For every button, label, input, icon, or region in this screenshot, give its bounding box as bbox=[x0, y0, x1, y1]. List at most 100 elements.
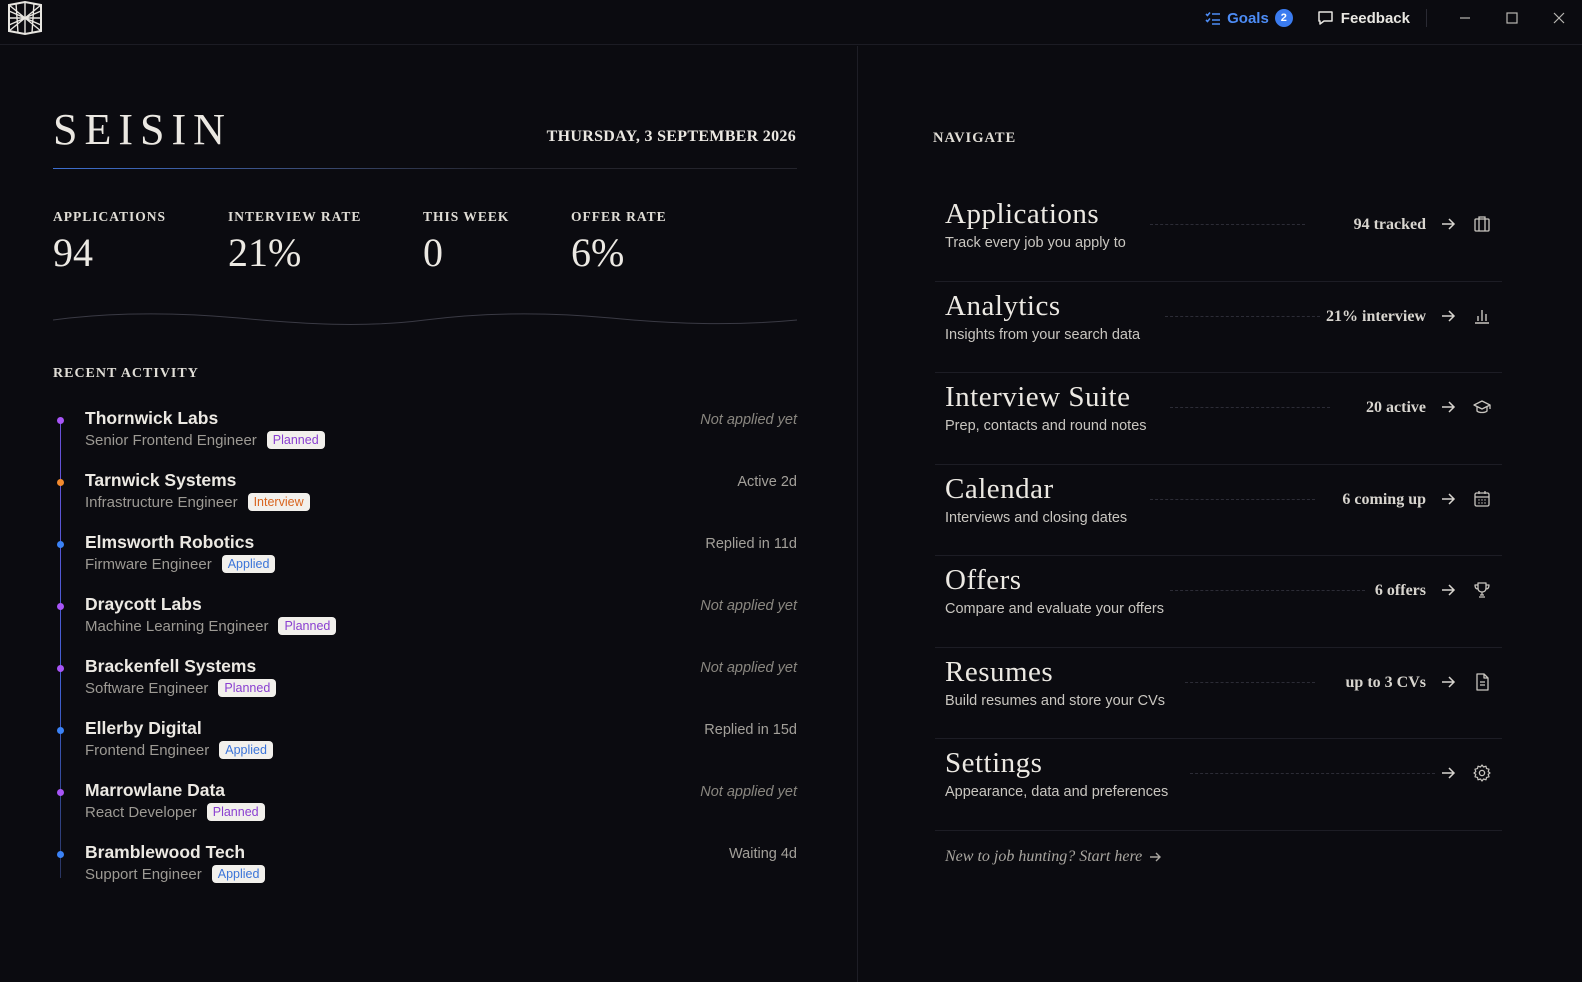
activity-item[interactable]: Elmsworth Robotics Firmware Engineer Appli… bbox=[53, 532, 797, 594]
status-dot bbox=[57, 665, 64, 672]
status-dot bbox=[57, 789, 64, 796]
nav-item-settings[interactable]: Settings Appearance, data and preferences bbox=[935, 739, 1502, 831]
nav-item-title: Settings bbox=[945, 747, 1043, 779]
brand-title: SEISIN bbox=[53, 105, 232, 154]
nav-item-applications[interactable]: Applications Track every job you apply to… bbox=[935, 190, 1502, 282]
role-row: React Developer Planned bbox=[85, 803, 265, 821]
activity-item[interactable]: Tarnwick Systems Infrastructure Engineer I… bbox=[53, 470, 797, 532]
activity-item[interactable]: Draycott Labs Machine Learning Engineer Pl… bbox=[53, 594, 797, 656]
activity-item[interactable]: Brackenfell Systems Software Engineer Plan… bbox=[53, 656, 797, 718]
start-here-link[interactable]: New to job hunting? Start here bbox=[945, 848, 1162, 866]
navigate-panel: NAVIGATE Applications Track every job you… bbox=[859, 46, 1582, 982]
status-dot bbox=[57, 417, 64, 424]
start-here-label: New to job hunting? Start here bbox=[945, 848, 1143, 865]
arrow-right-icon bbox=[1442, 584, 1456, 596]
graduation-cap-icon bbox=[1473, 400, 1491, 414]
goals-label: Goals bbox=[1227, 9, 1269, 27]
nav-item-interview-suite[interactable]: Interview Suite Prep, contacts and round … bbox=[935, 373, 1502, 465]
maximize-button[interactable] bbox=[1488, 0, 1535, 36]
nav-item-description: Interviews and closing dates bbox=[945, 509, 1128, 526]
job-role: Infrastructure Engineer bbox=[85, 493, 238, 511]
nav-item-analytics[interactable]: Analytics Insights from your search data 2… bbox=[935, 282, 1502, 373]
status-badge: Planned bbox=[218, 679, 277, 697]
arrow-right-icon bbox=[1442, 218, 1456, 230]
nav-item-description: Appearance, data and preferences bbox=[945, 784, 1169, 800]
dotted-leader bbox=[1150, 224, 1305, 225]
activity-item[interactable]: Bramblewood Tech Support Engineer Applied W… bbox=[53, 842, 797, 904]
nav-item-description: Compare and evaluate your offers bbox=[945, 601, 1164, 617]
recent-activity-title: RECENT ACTIVITY bbox=[53, 366, 199, 381]
role-row: Software Engineer Planned bbox=[85, 679, 277, 697]
activity-status: Replied in 11d bbox=[705, 536, 797, 552]
activity-status: Active 2d bbox=[737, 474, 797, 490]
stats-row: APPLICATIONS 94 INTERVIEW RATE 21% THIS … bbox=[53, 209, 721, 276]
status-dot bbox=[57, 541, 64, 548]
goals-button[interactable]: Goals 2 bbox=[1205, 9, 1293, 27]
message-icon bbox=[1318, 11, 1333, 25]
nav-item-resumes[interactable]: Resumes Build resumes and store your CVs u… bbox=[935, 648, 1502, 739]
job-role: Support Engineer bbox=[85, 865, 202, 883]
nav-item-offers[interactable]: Offers Compare and evaluate your offers 6 … bbox=[935, 556, 1502, 648]
maximize-icon bbox=[1505, 12, 1518, 24]
nav-item-description: Track every job you apply to bbox=[945, 235, 1126, 251]
trophy-icon bbox=[1474, 582, 1490, 598]
company-name: Tarnwick Systems bbox=[85, 470, 237, 490]
dotted-leader bbox=[1165, 315, 1320, 317]
close-button[interactable] bbox=[1535, 0, 1582, 36]
job-role: Machine Learning Engineer bbox=[85, 617, 269, 635]
activity-item[interactable]: Marrowlane Data React Developer Planned Not… bbox=[53, 780, 797, 842]
nav-item-title: Interview Suite bbox=[945, 381, 1131, 413]
activity-item[interactable]: Thornwick Labs Senior Frontend Engineer Pl… bbox=[53, 408, 797, 470]
role-row: Firmware Engineer Applied bbox=[85, 555, 276, 573]
role-row: Infrastructure Engineer Interview bbox=[85, 493, 310, 511]
status-badge: Applied bbox=[211, 865, 266, 883]
title-bar: Goals 2 Feedback bbox=[0, 0, 1582, 45]
status-dot bbox=[57, 727, 64, 734]
document-icon bbox=[1476, 672, 1489, 691]
nav-item-meta: up to 3 CVs bbox=[1345, 673, 1426, 691]
status-badge: Applied bbox=[221, 555, 276, 573]
minimize-button[interactable] bbox=[1441, 0, 1488, 36]
dashboard-panel: SEISIN THURSDAY, 3 SEPTEMBER 2026 APPLIC… bbox=[0, 46, 858, 982]
feedback-button[interactable]: Feedback bbox=[1317, 10, 1410, 27]
activity-status: Replied in 15d bbox=[704, 722, 797, 738]
nav-item-description: Prep, contacts and round notes bbox=[945, 418, 1147, 434]
status-dot bbox=[57, 479, 64, 486]
company-name: Bramblewood Tech bbox=[85, 842, 246, 862]
dotted-leader bbox=[1150, 498, 1315, 500]
activity-status: Not applied yet bbox=[700, 598, 797, 614]
status-dot bbox=[57, 851, 64, 858]
company-name: Brackenfell Systems bbox=[85, 656, 257, 676]
nav-item-meta: 21% interview bbox=[1326, 307, 1426, 325]
company-name: Marrowlane Data bbox=[85, 780, 226, 800]
activity-status: Not applied yet bbox=[700, 784, 797, 800]
current-date: THURSDAY, 3 SEPTEMBER 2026 bbox=[546, 128, 796, 145]
arrow-right-icon bbox=[1442, 401, 1456, 413]
nav-item-title: Resumes bbox=[945, 655, 1054, 688]
activity-status: Not applied yet bbox=[700, 412, 797, 428]
dotted-leader bbox=[1185, 681, 1315, 683]
activity-status: Not applied yet bbox=[700, 660, 797, 676]
stat-value: 21% bbox=[228, 230, 302, 275]
nav-item-title: Analytics bbox=[945, 289, 1061, 322]
close-icon bbox=[1553, 12, 1564, 24]
role-row: Machine Learning Engineer Planned bbox=[85, 617, 337, 635]
gear-icon bbox=[1473, 764, 1491, 782]
stat-value: 0 bbox=[423, 230, 443, 275]
feedback-label: Feedback bbox=[1340, 9, 1410, 27]
nav-item-meta: 6 offers bbox=[1374, 582, 1426, 599]
arrow-right-icon bbox=[1442, 675, 1456, 688]
activity-item[interactable]: Ellerby Digital Frontend Engineer Applied R… bbox=[53, 718, 797, 780]
dotted-leader bbox=[1170, 407, 1330, 408]
nav-item-description: Insights from your search data bbox=[945, 326, 1141, 343]
stat-this-week: THIS WEEK 0 bbox=[423, 209, 571, 276]
stat-label: INTERVIEW RATE bbox=[228, 209, 362, 224]
status-badge: Applied bbox=[219, 741, 273, 759]
recent-activity-list: Thornwick Labs Senior Frontend Engineer Pl… bbox=[53, 408, 797, 904]
dotted-leader bbox=[1190, 773, 1435, 774]
minimize-icon bbox=[1459, 17, 1470, 19]
nav-item-calendar[interactable]: Calendar Interviews and closing dates 6 co… bbox=[935, 465, 1502, 556]
status-badge: Planned bbox=[206, 803, 265, 821]
titlebar-divider bbox=[1426, 9, 1427, 27]
navigate-list: Applications Track every job you apply to… bbox=[935, 190, 1502, 831]
